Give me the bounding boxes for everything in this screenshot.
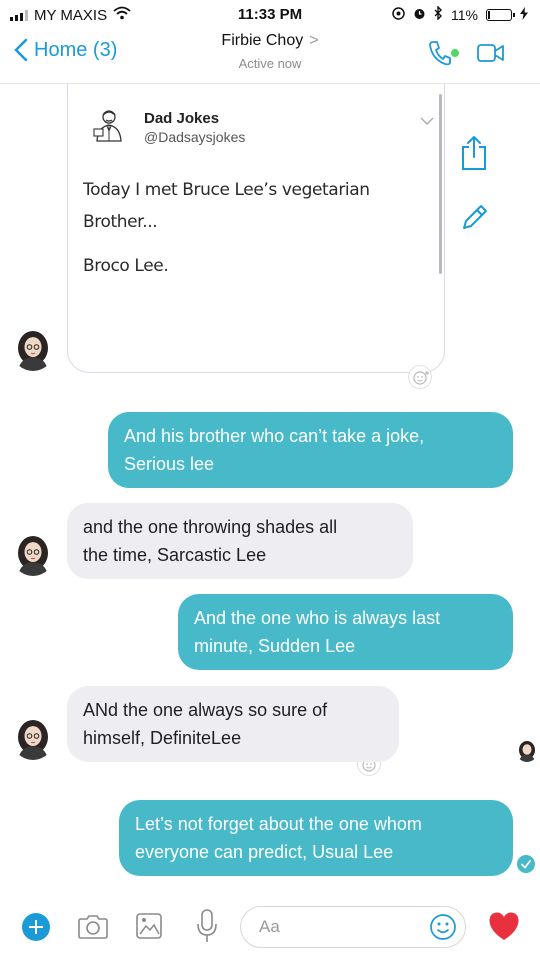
online-indicator xyxy=(451,49,459,57)
message-text: the time, Sarcastic Lee xyxy=(83,545,267,565)
check-icon xyxy=(521,860,531,869)
post-author: Dad Jokes xyxy=(144,110,220,127)
microphone-icon xyxy=(197,909,217,942)
edit-icon xyxy=(463,205,487,229)
seen-avatar xyxy=(516,740,538,762)
message-text: Let’s not forget about the one whom xyxy=(135,814,422,834)
at-icon xyxy=(392,6,405,23)
message-composer xyxy=(0,900,540,960)
heart-icon xyxy=(489,912,519,940)
emoji-add-icon xyxy=(413,371,429,385)
post-text-line: Broco Lee. xyxy=(83,256,169,276)
like-button[interactable] xyxy=(487,910,521,947)
contact-avatar[interactable] xyxy=(12,534,54,576)
plus-icon[interactable] xyxy=(22,913,50,941)
message-text: ANd the one always so sure of xyxy=(83,700,328,720)
phone-icon xyxy=(429,41,451,66)
back-label: Home (3) xyxy=(34,38,118,61)
message-bubble-incoming[interactable]: ANd the one always so sure of himself, D… xyxy=(67,686,399,762)
message-bubble-outgoing[interactable]: Let’s not forget about the one whom ever… xyxy=(119,800,513,876)
message-text: everyone can predict, Usual Lee xyxy=(135,842,394,862)
edit-button[interactable] xyxy=(460,202,490,237)
contact-avatar[interactable] xyxy=(12,329,54,371)
video-icon xyxy=(477,44,504,62)
camera-icon xyxy=(78,915,108,939)
message-text: Serious lee xyxy=(124,454,215,474)
post-text-line: Brother... xyxy=(83,212,158,232)
voice-button[interactable] xyxy=(196,908,218,949)
message-bubble-incoming[interactable]: and the one throwing shades all the time… xyxy=(67,503,413,579)
back-button[interactable]: Home (3) xyxy=(14,38,117,62)
emoji-button[interactable] xyxy=(428,912,458,947)
contact-title[interactable]: Firbie Choy > Active now xyxy=(170,32,370,71)
share-icon xyxy=(462,136,486,170)
battery-level xyxy=(488,10,490,19)
message-text: And the one who is always last xyxy=(194,608,441,628)
emoji-icon xyxy=(430,914,456,940)
delivered-indicator xyxy=(517,855,535,873)
status-bar: MY MAXIS 11:33 PM 11% xyxy=(0,0,540,28)
conversation-header: Home (3) Firbie Choy > Active now xyxy=(0,28,540,84)
contact-name-row: Firbie Choy > xyxy=(170,32,370,50)
battery-icon xyxy=(486,8,515,21)
gallery-button[interactable] xyxy=(135,912,163,945)
message-text: minute, Sudden Lee xyxy=(194,636,356,656)
alarm-icon xyxy=(413,7,426,23)
contact-name: Firbie Choy xyxy=(221,32,304,49)
contact-chevron-icon: > xyxy=(309,32,319,49)
share-button[interactable] xyxy=(460,135,488,176)
card-scrollbar[interactable] xyxy=(439,94,442,274)
add-reaction-button[interactable] xyxy=(408,365,432,389)
message-text: And his brother who can’t take a joke, xyxy=(124,426,425,446)
video-call-button[interactable] xyxy=(477,44,505,67)
message-bubble-outgoing[interactable]: And the one who is always last minute, S… xyxy=(178,594,513,670)
post-text-line: Today I met Bruce Lee’s vegetarian xyxy=(83,180,370,200)
call-button[interactable] xyxy=(428,40,452,71)
back-chevron-icon xyxy=(14,38,28,62)
bluetooth-icon xyxy=(434,5,443,23)
active-status: Active now xyxy=(238,56,302,71)
battery-percent: 11% xyxy=(451,6,478,23)
message-text: and the one throwing shades all xyxy=(83,517,338,537)
image-icon xyxy=(136,913,162,939)
status-right: 11% xyxy=(392,5,528,23)
message-bubble-outgoing[interactable]: And his brother who can’t take a joke, S… xyxy=(108,412,513,488)
post-handle: @Dadsaysjokes xyxy=(144,129,246,145)
dad-jokes-avatar xyxy=(92,108,126,142)
charging-icon xyxy=(520,6,528,23)
message-text: himself, DefiniteLee xyxy=(83,728,242,748)
contact-avatar[interactable] xyxy=(12,718,54,760)
camera-button[interactable] xyxy=(77,914,109,945)
shared-post-card[interactable]: Dad Jokes @Dadsaysjokes Today I met Bruc… xyxy=(67,84,445,373)
chevron-down-icon[interactable] xyxy=(420,112,434,130)
